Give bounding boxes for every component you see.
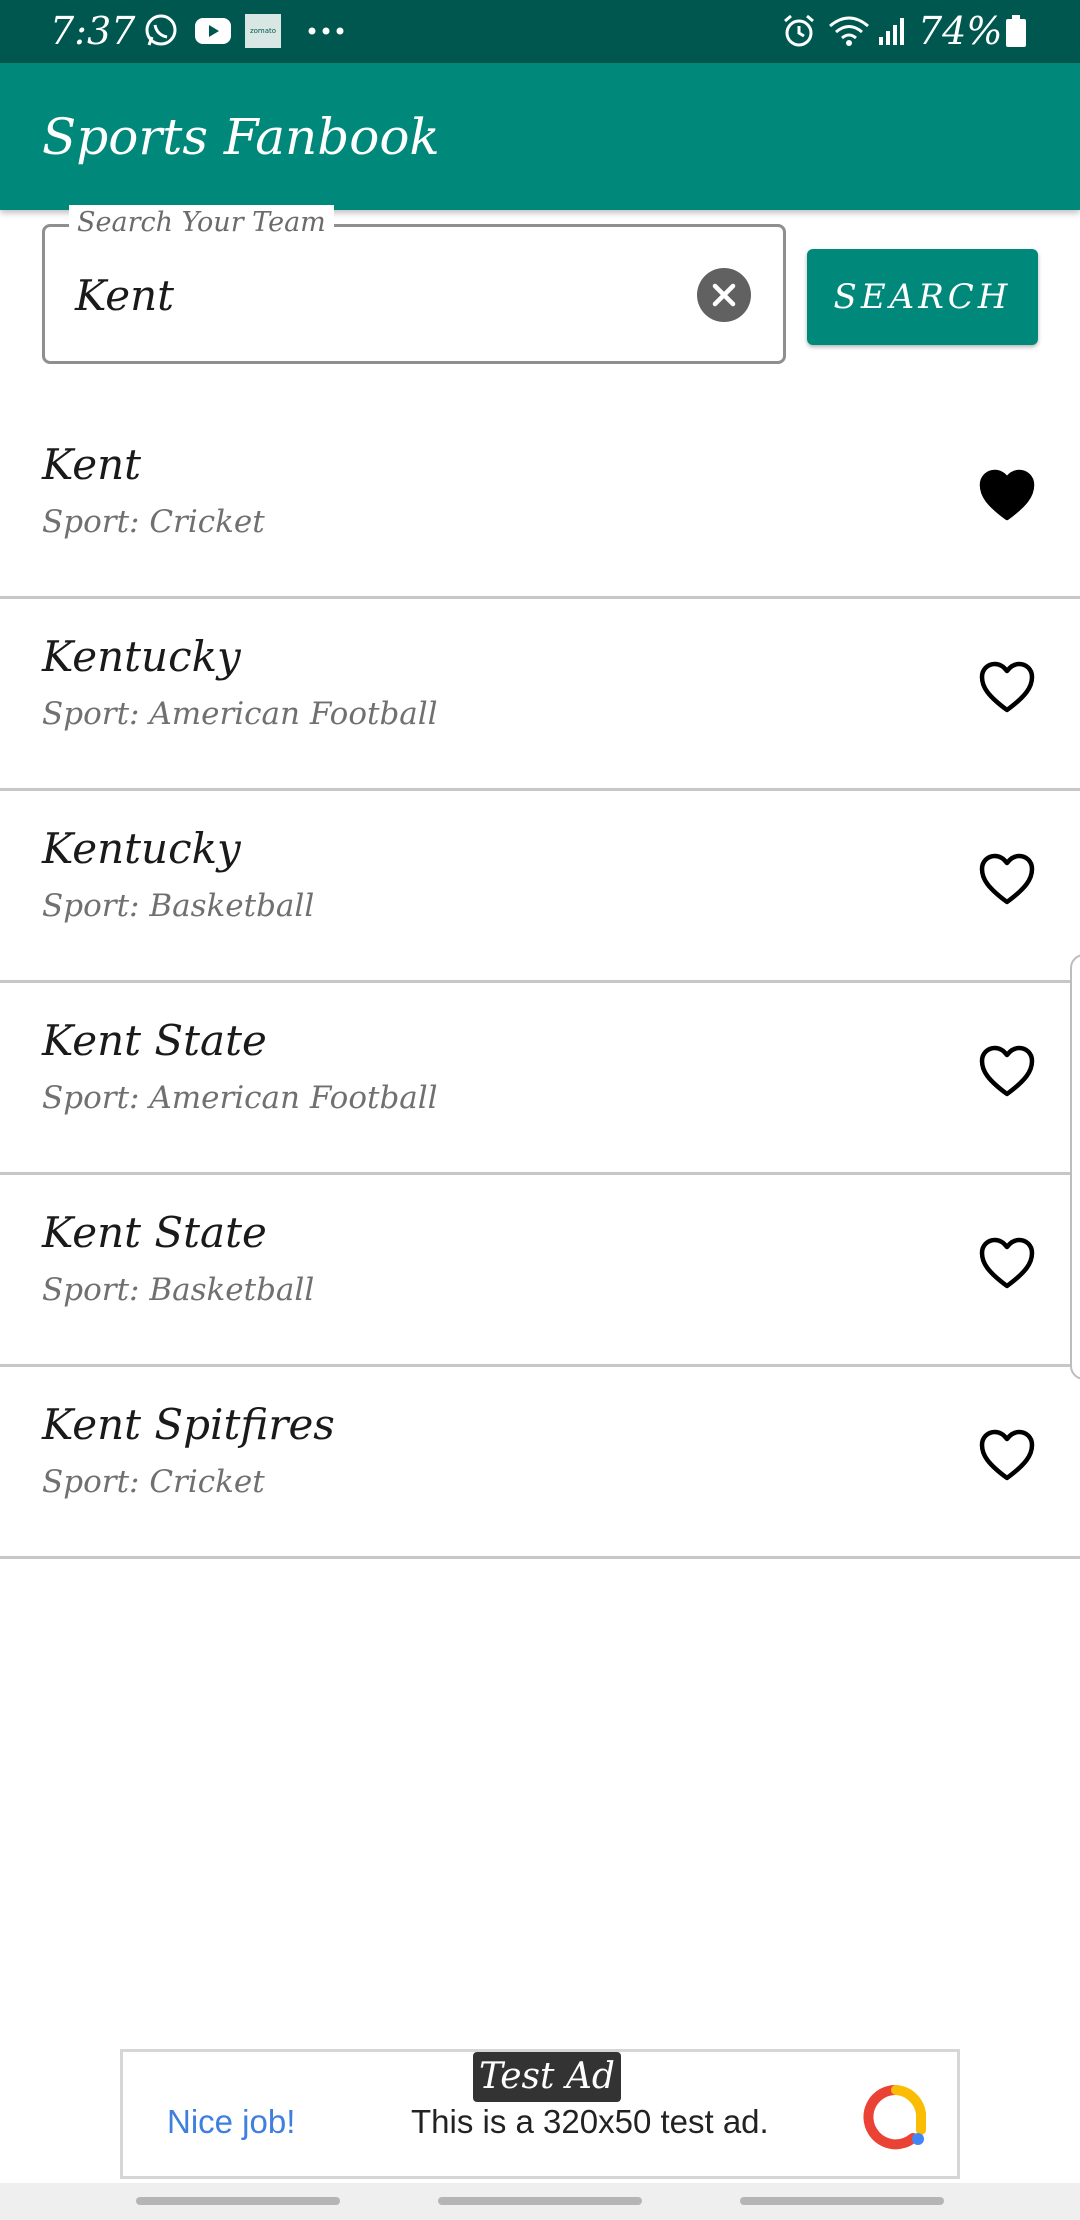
nav-recents-pill[interactable] xyxy=(136,2197,340,2205)
team-row[interactable]: Kent State Sport: Basketball xyxy=(0,1175,1080,1367)
battery-percentage: 74% xyxy=(918,9,1003,53)
alarm-icon xyxy=(780,12,818,50)
test-ad-badge: Test Ad xyxy=(473,2052,621,2102)
youtube-icon xyxy=(194,12,232,50)
heart-outline-icon[interactable] xyxy=(978,1427,1036,1485)
search-button[interactable]: SEARCH xyxy=(807,249,1038,345)
team-row[interactable]: Kent Sport: Cricket xyxy=(0,407,1080,599)
nav-home-pill[interactable] xyxy=(438,2197,642,2205)
more-notifications-icon xyxy=(306,12,346,50)
heart-outline-icon[interactable] xyxy=(978,659,1036,717)
team-sport: Sport: Cricket xyxy=(42,1464,265,1500)
ad-headline: Nice job! xyxy=(167,2103,296,2140)
team-row[interactable]: Kentucky Sport: American Football xyxy=(0,599,1080,791)
team-sport: Sport: Basketball xyxy=(42,888,315,924)
zomato-icon: zomato xyxy=(244,12,282,50)
status-time: 7:37 xyxy=(50,9,136,53)
team-sport: Sport: Cricket xyxy=(42,504,265,540)
close-icon xyxy=(712,283,736,307)
team-row[interactable]: Kent State Sport: American Football xyxy=(0,983,1080,1175)
heart-outline-icon[interactable] xyxy=(978,851,1036,909)
navigation-bar xyxy=(0,2183,1080,2220)
wifi-icon xyxy=(826,12,872,50)
zomato-label: zomato xyxy=(245,14,281,48)
heart-outline-icon[interactable] xyxy=(978,1043,1036,1101)
team-name: Kent xyxy=(42,440,142,489)
app-bar: Sports Fanbook xyxy=(0,63,1080,210)
ad-logo-icon xyxy=(863,2084,926,2150)
team-name: Kent State xyxy=(42,1016,267,1065)
team-name: Kentucky xyxy=(42,824,241,873)
heart-outline-icon[interactable] xyxy=(978,1235,1036,1293)
team-name: Kentucky xyxy=(42,632,241,681)
search-field[interactable]: Search Your Team Kent xyxy=(42,205,786,364)
team-name: Kent Spitfires xyxy=(42,1400,335,1449)
team-row[interactable]: Kentucky Sport: Basketball xyxy=(0,791,1080,983)
whatsapp-icon xyxy=(142,12,180,50)
nav-back-pill[interactable] xyxy=(740,2197,944,2205)
team-sport: Sport: American Football xyxy=(42,696,438,732)
battery-icon xyxy=(1004,12,1028,50)
app-title: Sports Fanbook xyxy=(42,108,440,166)
heart-filled-icon[interactable] xyxy=(978,467,1036,525)
ad-text: This is a 320x50 test ad. xyxy=(411,2103,769,2140)
signal-icon xyxy=(876,12,910,50)
status-bar: 7:37 zomato 74% xyxy=(0,0,1080,63)
team-sport: Sport: American Football xyxy=(42,1080,438,1116)
ad-banner[interactable]: Test Ad Nice job! This is a 320x50 test … xyxy=(120,2049,960,2179)
edge-panel-handle[interactable] xyxy=(1070,954,1080,1380)
team-name: Kent State xyxy=(42,1208,267,1257)
search-input[interactable]: Kent xyxy=(75,269,174,323)
search-label: Search Your Team xyxy=(69,205,334,241)
team-list: Kent Sport: Cricket Kentucky Sport: America… xyxy=(0,407,1080,1559)
team-sport: Sport: Basketball xyxy=(42,1272,315,1308)
team-row[interactable]: Kent Spitfires Sport: Cricket xyxy=(0,1367,1080,1559)
clear-search-button[interactable] xyxy=(697,268,751,322)
